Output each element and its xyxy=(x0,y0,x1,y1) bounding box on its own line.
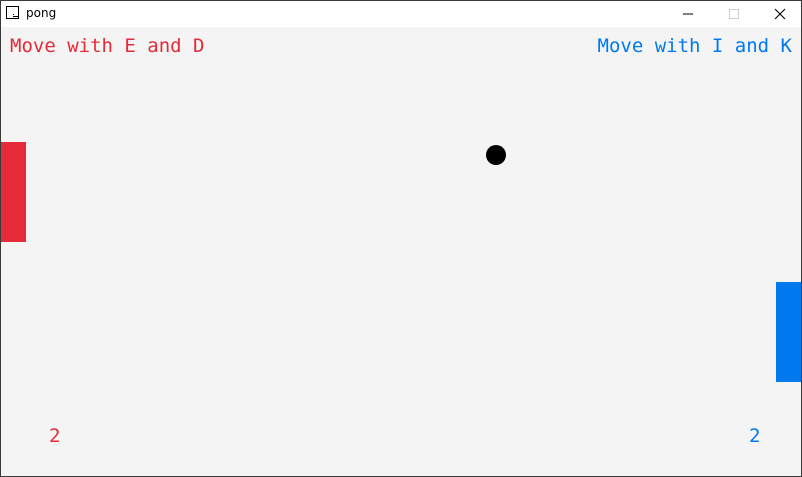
close-button[interactable] xyxy=(757,1,801,27)
maximize-button[interactable] xyxy=(711,1,757,27)
left-player-controls-hint: Move with E and D xyxy=(10,35,205,57)
window-title: pong xyxy=(26,6,57,20)
game-window: pong Move with E and D Move with I and K… xyxy=(0,0,802,477)
left-player-score: 2 xyxy=(49,425,61,447)
game-canvas[interactable]: Move with E and D Move with I and K 2 2 xyxy=(1,27,801,476)
right-player-score: 2 xyxy=(749,425,761,447)
ball xyxy=(486,145,506,165)
app-window-icon xyxy=(6,6,19,19)
minimize-button[interactable] xyxy=(665,1,711,27)
maximize-icon xyxy=(729,9,739,19)
right-paddle xyxy=(776,282,801,382)
minimize-icon xyxy=(683,13,693,15)
right-player-controls-hint: Move with I and K xyxy=(597,35,792,57)
left-paddle xyxy=(1,142,26,242)
close-icon xyxy=(774,8,786,20)
title-bar[interactable]: pong xyxy=(1,1,801,27)
